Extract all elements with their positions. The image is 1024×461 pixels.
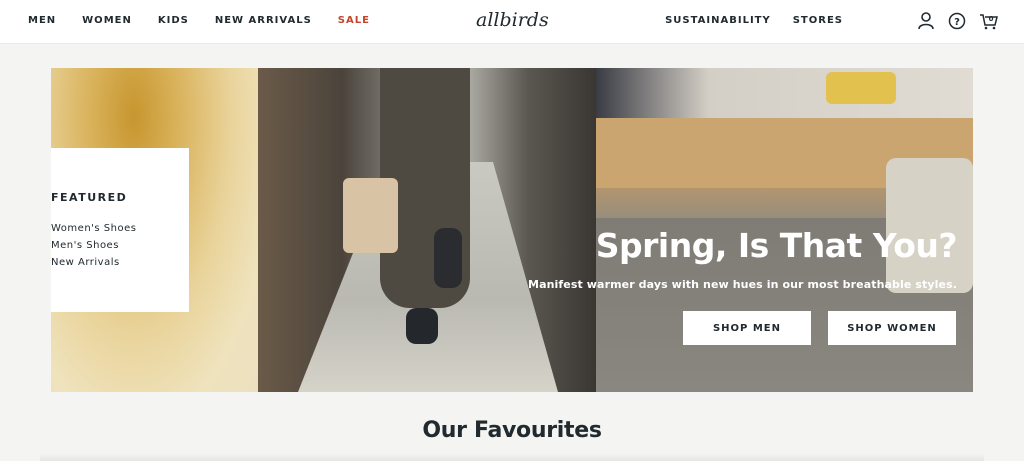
nav-kids[interactable]: KIDS (158, 15, 189, 26)
cart-icon[interactable]: 0 (979, 11, 998, 31)
site-header: MEN WOMEN KIDS NEW ARRIVALS SALE allbird… (0, 0, 1024, 43)
hero-subline: Manifest warmer days with new hues in ou… (528, 278, 957, 291)
featured-link-new-arrivals[interactable]: New Arrivals (51, 254, 189, 271)
nav-sale[interactable]: SALE (338, 15, 370, 26)
cart-count: 0 (989, 15, 994, 23)
shop-men-button[interactable]: SHOP MEN (683, 311, 811, 345)
featured-title: FEATURED (51, 191, 128, 204)
hero-image-walking (258, 68, 596, 392)
secondary-nav: SUSTAINABILITY STORES (665, 15, 843, 26)
nav-stores[interactable]: STORES (793, 15, 843, 26)
logo-wordmark: allbirds (476, 9, 549, 31)
nav-women[interactable]: WOMEN (82, 15, 132, 26)
featured-link-mens-shoes[interactable]: Men's Shoes (51, 237, 189, 254)
hero-headline: Spring, Is That You? (595, 226, 958, 265)
nav-new-arrivals[interactable]: NEW ARRIVALS (215, 15, 312, 26)
nav-sustainability[interactable]: SUSTAINABILITY (665, 15, 771, 26)
nav-men[interactable]: MEN (28, 15, 56, 26)
help-icon[interactable]: ? (948, 11, 966, 31)
svg-text:?: ? (954, 17, 960, 28)
svg-text:allbirds: allbirds (476, 9, 549, 31)
featured-menu: FEATURED Women's Shoes Men's Shoes New A… (51, 148, 189, 312)
product-carousel-edge (40, 453, 984, 461)
allbirds-logo[interactable]: allbirds (476, 8, 550, 34)
primary-nav: MEN WOMEN KIDS NEW ARRIVALS SALE (28, 15, 396, 26)
header-icons: ? 0 (917, 11, 998, 31)
section-title: Our Favourites (422, 418, 602, 443)
shop-women-button[interactable]: SHOP WOMEN (828, 311, 956, 345)
account-icon[interactable] (917, 11, 935, 31)
featured-link-womens-shoes[interactable]: Women's Shoes (51, 220, 189, 237)
